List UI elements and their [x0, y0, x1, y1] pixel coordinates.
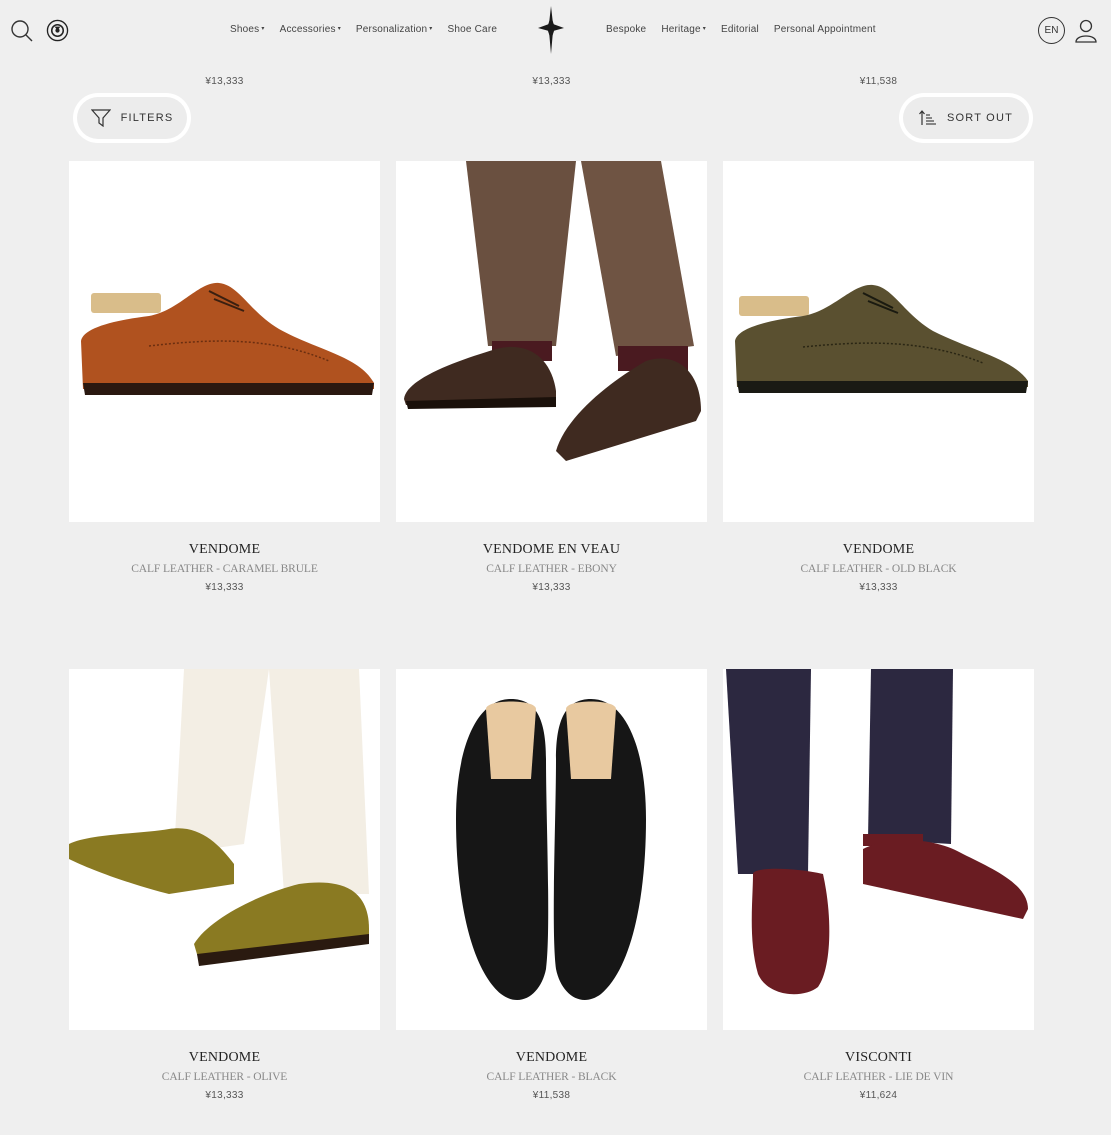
account-icon[interactable]: [1073, 17, 1099, 45]
nav-item-personal-appointment[interactable]: Personal Appointment: [774, 24, 876, 35]
site-header: Shoes ▾ Accessories ▾ Personalization ▾ Shoe C…: [0, 0, 1111, 62]
filters-label: FILTERS: [120, 112, 174, 124]
sort-button-wrapper: SORT OUT: [899, 93, 1033, 143]
nav-item-label: Heritage: [661, 24, 701, 35]
product-material: CALF LEATHER - OLIVE: [161, 1071, 288, 1083]
product-material: CALF LEATHER - OLD BLACK: [800, 563, 957, 575]
product-image[interactable]: [69, 669, 380, 1030]
caret-down-icon: ▾: [337, 26, 341, 32]
product-price: ¥11,624: [859, 1090, 898, 1101]
brand-logo-icon[interactable]: [537, 6, 565, 54]
product-price: ¥13,333: [532, 582, 571, 593]
product-image[interactable]: [69, 161, 380, 522]
nav-item-label: Editorial: [720, 24, 759, 35]
product-card[interactable]: VENDOME CALF LEATHER - CARAMEL BRULE ¥13…: [69, 161, 380, 593]
main-nav-right: Bespoke Heritage ▾ Editorial Personal Appoin…: [606, 24, 891, 35]
product-price: ¥13,333: [205, 1090, 244, 1101]
product-price: ¥13,333: [205, 582, 244, 593]
product-image[interactable]: [396, 161, 707, 522]
nav-item-label: Personal Appointment: [773, 24, 876, 35]
previous-row-price: ¥13,333: [532, 76, 571, 87]
nav-item-heritage[interactable]: Heritage ▾: [661, 24, 706, 35]
sort-label: SORT OUT: [946, 112, 1014, 124]
caret-down-icon: ▾: [261, 26, 265, 32]
nav-item-bespoke[interactable]: Bespoke: [606, 24, 646, 35]
product-material: CALF LEATHER - CARAMEL BRULE: [131, 563, 318, 575]
product-image[interactable]: [723, 669, 1034, 1030]
nav-item-editorial[interactable]: Editorial: [721, 24, 759, 35]
filters-button-wrapper: FILTERS: [73, 93, 191, 143]
nav-item-shoe-care[interactable]: Shoe Care: [448, 24, 498, 35]
product-card[interactable]: VENDOME CALF LEATHER - OLIVE ¥13,333: [69, 669, 380, 1101]
product-price: ¥13,333: [859, 582, 898, 593]
caret-down-icon: ▾: [429, 26, 433, 32]
product-name[interactable]: VISCONTI: [723, 1050, 1034, 1066]
product-material: CALF LEATHER - BLACK: [486, 1071, 617, 1083]
nav-item-personalization[interactable]: Personalization ▾: [356, 24, 433, 35]
sort-button[interactable]: SORT OUT: [903, 97, 1029, 139]
previous-row-price: ¥13,333: [205, 76, 244, 87]
product-image[interactable]: [723, 161, 1034, 522]
nav-item-shoes[interactable]: Shoes ▾: [230, 24, 265, 35]
page: Shoes ▾ Accessories ▾ Personalization ▾ Shoe C…: [0, 0, 1111, 1135]
caret-down-icon: ▾: [702, 26, 706, 32]
search-icon[interactable]: [9, 18, 35, 44]
product-material: CALF LEATHER - LIE DE VIN: [803, 1071, 954, 1083]
filters-button[interactable]: FILTERS: [77, 97, 187, 139]
product-image[interactable]: [396, 669, 707, 1030]
language-switcher[interactable]: EN: [1038, 17, 1065, 44]
product-card[interactable]: VISCONTI CALF LEATHER - LIE DE VIN ¥11,6…: [723, 669, 1034, 1101]
product-price: ¥11,538: [532, 1090, 571, 1101]
product-name[interactable]: VENDOME: [69, 542, 380, 558]
nav-item-accessories[interactable]: Accessories ▾: [280, 24, 341, 35]
product-card[interactable]: VENDOME CALF LEATHER - OLD BLACK ¥13,333: [723, 161, 1034, 593]
product-material: CALF LEATHER - EBONY: [486, 563, 617, 575]
nav-item-label: Personalization: [355, 24, 428, 35]
nav-item-label: Accessories: [279, 24, 336, 35]
product-card[interactable]: VENDOME EN VEAU CALF LEATHER - EBONY ¥13…: [396, 161, 707, 593]
filter-icon: [90, 109, 111, 127]
product-name[interactable]: VENDOME: [723, 542, 1034, 558]
product-name[interactable]: VENDOME EN VEAU: [396, 542, 707, 558]
product-card[interactable]: VENDOME CALF LEATHER - BLACK ¥11,538: [396, 669, 707, 1101]
main-nav-left: Shoes ▾ Accessories ▾ Personalization ▾ Shoe C…: [230, 24, 512, 35]
accessibility-icon[interactable]: [45, 18, 69, 42]
nav-item-label: Bespoke: [606, 24, 647, 35]
nav-item-label: Shoe Care: [447, 24, 498, 35]
product-name[interactable]: VENDOME: [69, 1050, 380, 1066]
previous-row-price: ¥11,538: [859, 76, 898, 87]
nav-item-label: Shoes: [230, 24, 260, 35]
sort-icon: [919, 110, 936, 125]
product-name[interactable]: VENDOME: [396, 1050, 707, 1066]
